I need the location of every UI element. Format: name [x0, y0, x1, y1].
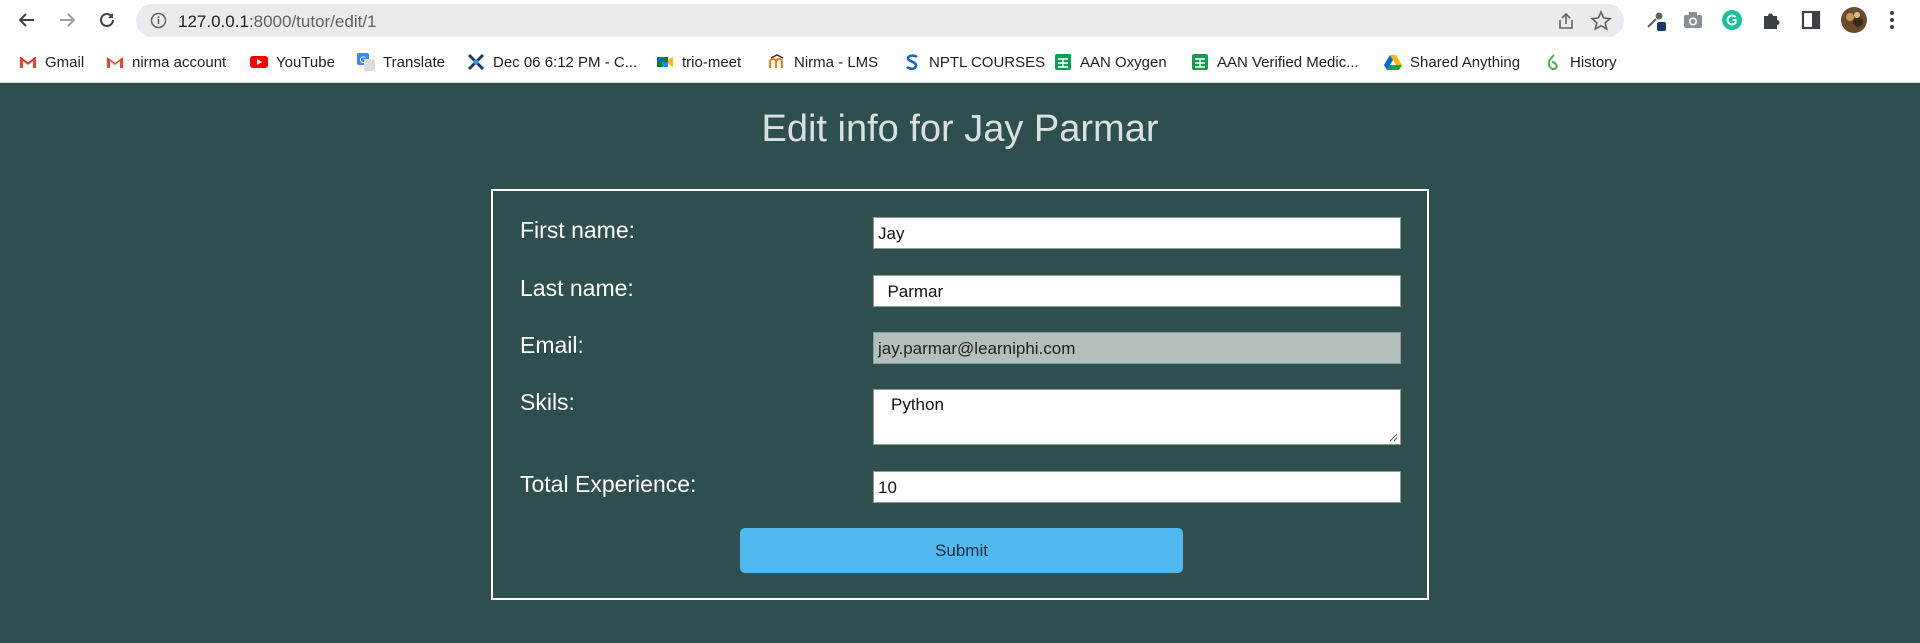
side-panel-icon[interactable]	[1799, 8, 1823, 32]
bookmark-youtube[interactable]: YouTube	[250, 50, 335, 74]
meet-icon	[657, 57, 673, 67]
skills-textarea[interactable]: Python	[873, 389, 1401, 445]
bookmark-dec06[interactable]: Dec 06 6:12 PM - C...	[467, 50, 637, 74]
cross-icon	[467, 53, 485, 71]
history-icon	[1547, 54, 1558, 70]
eyedropper-extension-icon[interactable]	[1643, 8, 1667, 32]
back-icon[interactable]	[13, 6, 41, 34]
gmail-icon	[107, 57, 123, 68]
address-bar[interactable]: 127.0.0.1:8000/tutor/edit/1	[136, 4, 1624, 37]
moodle-icon	[769, 54, 784, 68]
camera-extension-icon[interactable]	[1681, 8, 1705, 32]
bookmark-gmail[interactable]: Gmail	[19, 50, 84, 74]
bookmark-aan-oxygen[interactable]: AAN Oxygen	[1054, 50, 1167, 74]
bookmark-trio-meet[interactable]: trio-meet	[656, 50, 741, 74]
youtube-icon	[250, 56, 268, 68]
bookmark-shared-anything[interactable]: Shared Anything	[1384, 50, 1520, 74]
first-name-input[interactable]: Jay	[873, 217, 1401, 249]
bookmarks-bar: Gmail nirma account YouTube G Translate …	[0, 41, 1920, 83]
page-content: Edit info for Jay Parmar First name: Jay…	[0, 84, 1920, 643]
bookmark-star-icon[interactable]	[1590, 10, 1612, 32]
last-name-input[interactable]: Parmar	[873, 275, 1401, 307]
drive-icon	[1384, 55, 1402, 70]
svg-text:G: G	[360, 56, 367, 66]
skills-label: Skils:	[520, 389, 575, 415]
last-name-label: Last name:	[520, 275, 634, 301]
resize-grip-icon[interactable]	[1389, 433, 1398, 442]
menu-kebab-icon[interactable]	[1880, 8, 1904, 32]
sheets-icon	[1192, 54, 1208, 70]
page-title: Edit info for Jay Parmar	[761, 108, 1159, 150]
experience-label: Total Experience:	[520, 471, 697, 497]
gmail-icon	[19, 56, 37, 68]
reload-icon[interactable]	[93, 6, 121, 34]
bookmark-nirma-account[interactable]: nirma account	[106, 50, 226, 74]
bookmark-history[interactable]: History	[1544, 50, 1617, 74]
extensions-puzzle-icon[interactable]	[1759, 8, 1783, 32]
bookmark-translate[interactable]: G Translate	[357, 50, 445, 74]
s-icon	[906, 54, 918, 70]
translate-icon: G	[357, 53, 375, 71]
bookmark-aan-verified[interactable]: AAN Verified Medic...	[1191, 50, 1359, 74]
bookmark-nirma-lms[interactable]: Nirma - LMS	[768, 50, 878, 74]
submit-button[interactable]: Submit	[740, 528, 1183, 573]
skills-text: Python	[891, 395, 944, 414]
email-label: Email:	[520, 332, 584, 358]
experience-input[interactable]: 10	[873, 471, 1401, 503]
bookmark-nptl-courses[interactable]: NPTL COURSES	[903, 50, 1045, 74]
first-name-label: First name:	[520, 217, 636, 243]
browser-toolbar: 127.0.0.1:8000/tutor/edit/1	[0, 0, 1920, 41]
sheets-icon	[1055, 54, 1071, 70]
edit-tutor-form: First name: Jay Last name: Parmar Email:…	[491, 189, 1429, 600]
url-text[interactable]: 127.0.0.1:8000/tutor/edit/1	[178, 12, 377, 32]
profile-avatar[interactable]	[1840, 6, 1868, 34]
site-info-icon[interactable]	[150, 12, 167, 29]
email-input: jay.parmar@learniphi.com	[873, 332, 1401, 364]
share-icon[interactable]	[1556, 11, 1576, 31]
forward-icon[interactable]	[53, 6, 81, 34]
grammarly-icon[interactable]	[1720, 8, 1744, 32]
